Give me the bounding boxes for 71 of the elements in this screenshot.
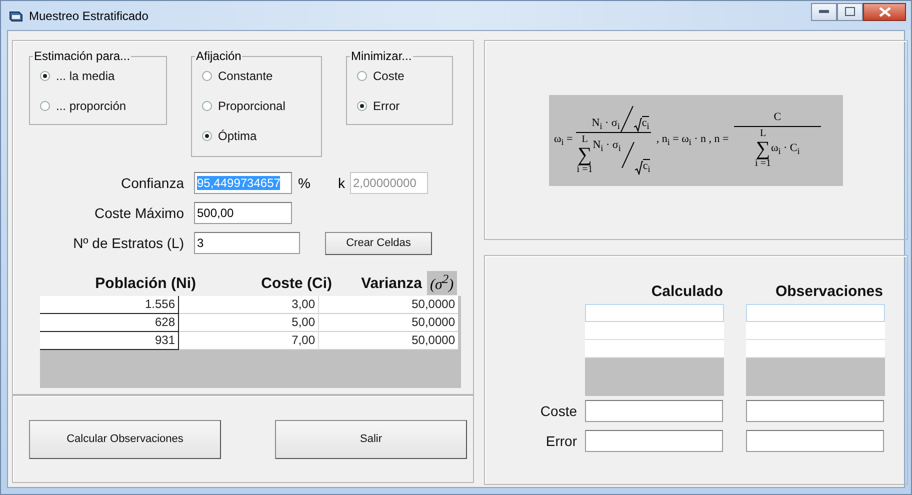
column-header: Coste (Ci) xyxy=(260,274,332,292)
minimize-icon xyxy=(819,10,829,14)
maximize-icon xyxy=(845,7,855,16)
create-cells-button[interactable]: Crear Celdas xyxy=(325,232,432,254)
input-field[interactable] xyxy=(585,400,723,422)
table-cell[interactable] xyxy=(746,340,885,358)
field-label: Confianza xyxy=(120,175,184,191)
input-field[interactable] xyxy=(585,430,723,452)
sum-symbol: ∑ xyxy=(578,144,592,164)
table-cell[interactable]: 50,0000 xyxy=(318,296,458,314)
field-label: k xyxy=(338,175,345,191)
radio-option[interactable]: Óptima xyxy=(202,121,321,151)
formula-text: c$_{i}$ xyxy=(642,116,650,132)
radio-option[interactable]: ... proporción xyxy=(40,91,166,121)
radio-option[interactable]: ... la media xyxy=(40,61,166,91)
table-cell[interactable] xyxy=(746,304,885,322)
variance-symbol: (σ$^{2}$) xyxy=(427,271,457,295)
formula-text: ω$_{i}$ = xyxy=(554,132,573,148)
input-field[interactable]: 3 xyxy=(194,232,300,254)
window-title: Muestreo Estratificado xyxy=(29,8,148,22)
square-root-icon xyxy=(634,160,643,174)
formula-text: c$_{i}$ xyxy=(642,159,650,174)
field-label: Coste xyxy=(539,403,577,419)
radio-option[interactable]: Coste xyxy=(357,61,452,91)
group-title: Estimación para... xyxy=(33,49,132,63)
input-field[interactable] xyxy=(746,400,884,422)
group-title: Afijación xyxy=(195,49,242,63)
table-cell[interactable] xyxy=(585,304,724,322)
formula-text: i =1 xyxy=(755,159,771,169)
table-cell[interactable]: 931 xyxy=(40,332,179,350)
table-cell[interactable]: 7,00 xyxy=(179,332,318,350)
formula-text: ω$_{i}$ · C$_{i}$ xyxy=(770,142,800,156)
minimize-button[interactable] xyxy=(811,2,837,20)
formula-text: C xyxy=(774,111,782,123)
formula-text: L xyxy=(582,134,588,144)
formula-text: L xyxy=(760,129,766,139)
column-header: Varianza xyxy=(360,274,422,292)
window-icon xyxy=(9,10,23,22)
unit-label: % xyxy=(298,175,312,191)
table-cell[interactable]: 1.556 xyxy=(40,296,179,314)
radio-option[interactable]: Proporcional xyxy=(202,91,321,121)
calculate-button[interactable]: Calcular Observaciones xyxy=(29,420,221,458)
radio-option[interactable]: Error xyxy=(357,91,452,121)
slash-line xyxy=(620,142,635,168)
table-cell[interactable]: 628 xyxy=(40,314,179,332)
table-cell[interactable]: 3,00 xyxy=(179,296,318,314)
input-field[interactable] xyxy=(746,430,884,452)
table-cell[interactable]: 5,00 xyxy=(179,314,318,332)
column-header: Calculado xyxy=(650,282,723,300)
input-field[interactable]: 500,00 xyxy=(194,202,292,224)
formula-text: N$_{i}$ · σ$_{i}$ xyxy=(592,117,620,132)
field-label: Error xyxy=(544,433,577,449)
group-title: Minimizar... xyxy=(350,49,413,63)
maximize-button[interactable] xyxy=(837,2,863,20)
table-cell[interactable] xyxy=(746,322,885,340)
field-label: Nº de Estratos (L) xyxy=(72,235,184,251)
table-cell[interactable]: 50,0000 xyxy=(318,332,458,350)
formula-text: , n$_{i}$ = ω$_{i}$ · n , n = xyxy=(656,132,729,148)
table-cell[interactable] xyxy=(585,340,724,358)
sum-symbol: ∑ xyxy=(756,139,770,159)
field-label: Coste Máximo xyxy=(94,205,184,221)
close-button[interactable] xyxy=(863,2,906,20)
close-icon xyxy=(878,6,890,16)
exit-button[interactable]: Salir xyxy=(275,420,467,458)
formula-text: N$_{i}$ · σ$_{i}$ xyxy=(592,138,621,153)
radio-option[interactable]: Constante xyxy=(202,61,321,91)
column-header: Observaciones xyxy=(774,282,883,300)
table-cell[interactable] xyxy=(585,322,724,340)
column-header: Población (Ni) xyxy=(94,274,196,292)
table-cell[interactable]: 50,0000 xyxy=(318,314,458,332)
formula-text: i =1 xyxy=(576,164,593,174)
